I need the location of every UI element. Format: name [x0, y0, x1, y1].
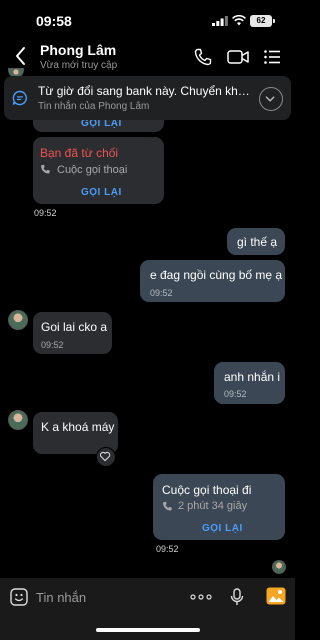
status-time: 09:58 — [36, 13, 72, 29]
recall-button[interactable]: GỌI LẠI — [81, 187, 122, 198]
declined-call-type: Cuộc gọi thoại — [57, 164, 128, 176]
signal-icon — [212, 16, 228, 26]
expand-pinned-button[interactable] — [259, 87, 283, 111]
message-time: 09:52 — [41, 340, 64, 350]
voice-call-title: Cuộc gọi thoại đi — [162, 483, 252, 497]
message-time: 09:52 — [34, 208, 57, 218]
more-options-icon[interactable] — [190, 594, 212, 600]
contact-name[interactable]: Phong Lâm — [40, 42, 116, 58]
message-text: anh nhắn i — [224, 370, 281, 384]
phone-icon — [163, 501, 172, 511]
message-text: gì thế ạ — [237, 235, 278, 249]
message-input[interactable]: Tin nhắn — [36, 590, 86, 605]
pinned-message-banner[interactable] — [4, 76, 291, 120]
phone-icon — [41, 164, 50, 174]
recall-button[interactable]: GỌI LẠI — [202, 523, 243, 534]
pinned-message-sender: Tin nhắn của Phong Lâm — [38, 101, 150, 112]
declined-call-title: Bạn đã từ chối — [40, 146, 119, 160]
wifi-icon — [232, 15, 246, 26]
message-time: 09:52 — [224, 389, 247, 399]
chevron-down-icon — [265, 96, 275, 102]
video-call-icon[interactable] — [227, 48, 249, 66]
message-time: 09:52 — [156, 544, 179, 554]
heart-icon — [100, 451, 111, 462]
image-gallery-icon[interactable] — [266, 587, 286, 605]
pinned-message-text: Từ giờ đổi sang bank này. Chuyển khoả... — [38, 84, 250, 98]
contact-avatar[interactable] — [8, 310, 28, 330]
microphone-icon[interactable] — [230, 588, 244, 606]
contact-avatar[interactable] — [8, 410, 28, 430]
battery-icon: 62 — [250, 15, 272, 27]
message-text: e đag ngồi cùng bố mẹ ạ — [150, 268, 283, 282]
phone-call-icon[interactable] — [194, 48, 212, 66]
voice-call-duration: 2 phút 34 giây — [178, 500, 248, 512]
message-time: 09:52 — [150, 288, 173, 298]
message-text: K a khoá máy — [41, 420, 115, 434]
react-button[interactable] — [96, 447, 116, 467]
chat-bubble-icon — [12, 90, 27, 106]
back-arrow-icon[interactable] — [14, 46, 28, 66]
seen-avatar — [272, 560, 286, 574]
home-indicator — [96, 628, 200, 632]
battery-tip — [273, 19, 275, 23]
emoji-icon[interactable] — [10, 588, 28, 606]
list-menu-icon[interactable] — [264, 49, 280, 65]
contact-status: Vừa mới truy cập — [40, 60, 118, 71]
message-text: Goi lai cko a — [41, 320, 108, 334]
